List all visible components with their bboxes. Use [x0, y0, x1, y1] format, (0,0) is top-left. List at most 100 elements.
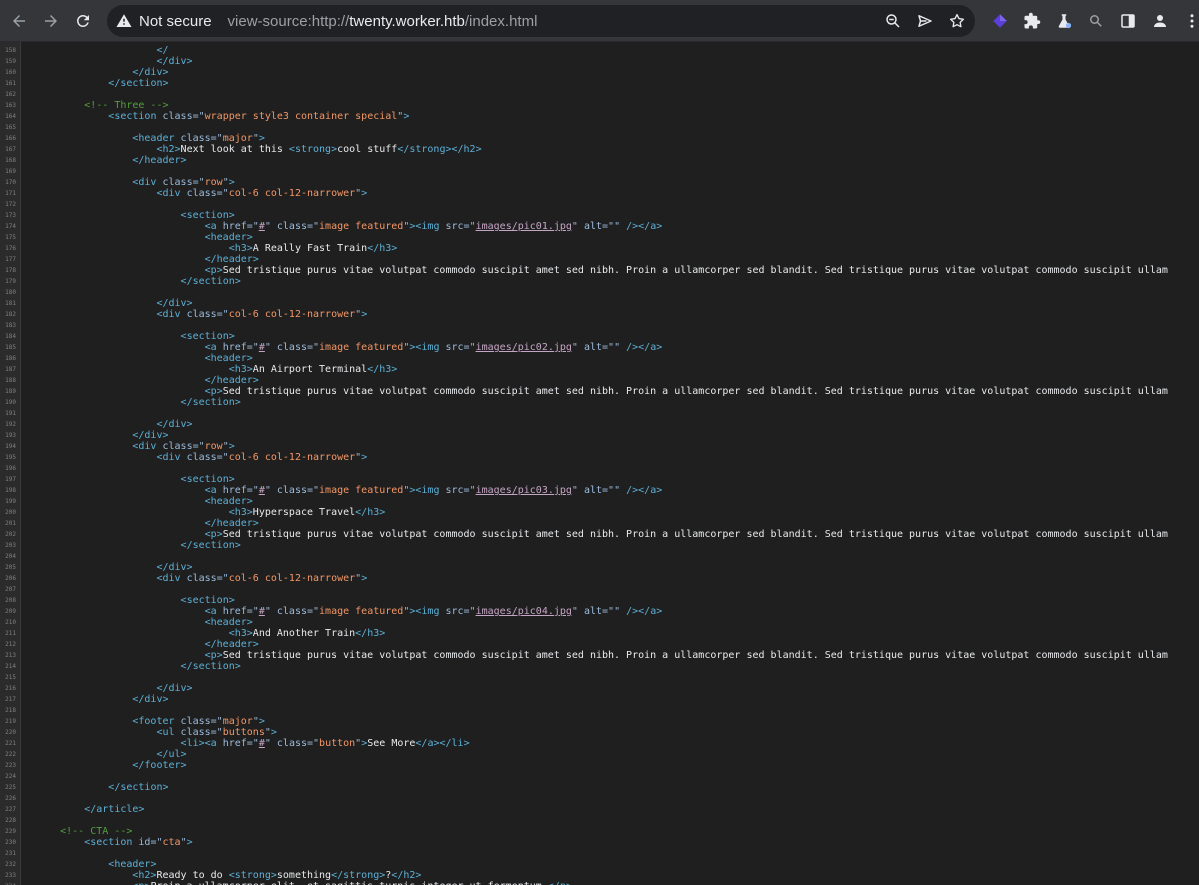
- line-number: 188: [5, 377, 16, 384]
- code-token: >: [228, 441, 235, 452]
- line-number: 190: [5, 399, 16, 406]
- forward-button[interactable]: [39, 9, 63, 33]
- line-number: 196: [5, 465, 16, 472]
- code-token: Proin a ullamcorper elit, et sagittis tu…: [150, 881, 547, 885]
- source-line: 217 </div>: [0, 694, 1168, 705]
- line-text: </header>: [24, 639, 259, 650]
- zoom-button[interactable]: [881, 9, 905, 33]
- code-token: <p>: [204, 650, 223, 661]
- code-token: </div>: [156, 562, 193, 573]
- line-text: <p>Sed tristique purus vitae volutpat co…: [24, 529, 1168, 540]
- menu-button[interactable]: [1180, 9, 1199, 33]
- code-token: class=": [186, 309, 229, 320]
- security-indicator[interactable]: Not secure: [111, 7, 220, 35]
- code-token: <!-- Three -->: [84, 100, 169, 111]
- source-line: 163 <!-- Three -->: [0, 100, 1168, 111]
- line-number: 223: [5, 762, 16, 769]
- source-line: 184 <section>: [0, 331, 1168, 342]
- reload-button[interactable]: [71, 9, 95, 33]
- code-token: <p>: [132, 881, 150, 885]
- code-token: >: [361, 188, 368, 199]
- line-number: 163: [5, 102, 16, 109]
- line-number: 165: [5, 124, 16, 131]
- code-token: </header>: [132, 155, 187, 166]
- code-token: </strong>: [331, 870, 386, 881]
- line-number: 160: [5, 69, 16, 76]
- bookmark-button[interactable]: [945, 9, 969, 33]
- url-text[interactable]: view-source:http://twenty.worker.htb/ind…: [228, 13, 538, 30]
- code-token: </section>: [108, 78, 169, 89]
- side-panel-button[interactable]: [1116, 9, 1140, 33]
- address-bar[interactable]: Not secure view-source:http://twenty.wor…: [107, 5, 975, 37]
- line-number: 181: [5, 300, 16, 307]
- source-line: 175 <header>: [0, 232, 1168, 243]
- line-text: </div>: [24, 56, 192, 67]
- code-token: <strong>: [288, 144, 338, 155]
- line-number: 226: [5, 795, 16, 802]
- source-line: 229 <!-- CTA -->: [0, 826, 1168, 837]
- code-token: href=": [222, 485, 259, 496]
- code-token: href=": [222, 221, 259, 232]
- code-token: cta: [162, 837, 181, 848]
- code-token: src=": [445, 342, 476, 353]
- source-line: 193 </div>: [0, 430, 1168, 441]
- source-line: 176 <h3>A Really Fast Train</h3>: [0, 243, 1168, 254]
- source-link[interactable]: images/pic03.jpg: [476, 485, 572, 496]
- source-link[interactable]: images/pic02.jpg: [476, 342, 572, 353]
- search-button[interactable]: [1084, 9, 1108, 33]
- line-number: 227: [5, 806, 16, 813]
- code-token: <a: [204, 485, 223, 496]
- code-token: " class=": [264, 485, 320, 496]
- source-line: 161 </section>: [0, 78, 1168, 89]
- code-token: <footer: [132, 716, 181, 727]
- url-path: /index.html: [464, 12, 538, 30]
- source-link[interactable]: images/pic04.jpg: [476, 606, 572, 617]
- source-line: 180: [0, 287, 1168, 298]
- line-number: 179: [5, 278, 16, 285]
- line-number: 189: [5, 388, 16, 395]
- extensions-menu-button[interactable]: [1020, 9, 1044, 33]
- line-text: </section>: [24, 276, 241, 287]
- line-text: </article>: [24, 804, 144, 815]
- code-token: major: [222, 716, 253, 727]
- line-text: </section>: [24, 782, 168, 793]
- line-text: <header>: [24, 859, 156, 870]
- profile-button[interactable]: [1148, 9, 1172, 33]
- source-line: 216 </div>: [0, 683, 1168, 694]
- code-token: " class=": [264, 738, 320, 749]
- view-source-pane[interactable]: 158 </159 </div> 160 </div> 161 </section>…: [0, 42, 1199, 885]
- code-token: something: [276, 870, 332, 881]
- line-text: <section>: [24, 474, 235, 485]
- line-number: 217: [5, 696, 16, 703]
- line-text: </section>: [24, 397, 241, 408]
- line-number: 173: [5, 212, 16, 219]
- source-line: 218: [0, 705, 1168, 716]
- line-text: <p>Sed tristique purus vitae volutpat co…: [24, 650, 1168, 661]
- code-token: <strong>: [228, 870, 277, 881]
- source-line: 224: [0, 771, 1168, 782]
- back-button[interactable]: [7, 9, 31, 33]
- code-token: class=": [180, 716, 223, 727]
- code-token: A Really Fast Train: [252, 243, 368, 254]
- code-token: ><img: [409, 221, 446, 232]
- code-token: class=": [186, 573, 229, 584]
- code-token: Sed tristique purus vitae volutpat commo…: [222, 386, 1168, 397]
- line-number: 216: [5, 685, 16, 692]
- code-token: cool stuff: [337, 144, 398, 155]
- code-token: <li><a: [180, 738, 223, 749]
- line-number: 225: [5, 784, 16, 791]
- line-text: </section>: [24, 540, 241, 551]
- labs-button[interactable]: [1052, 9, 1076, 33]
- code-token: image featured: [319, 221, 404, 232]
- source-line: 221 <li><a href="#" class="button">See M…: [0, 738, 1168, 749]
- source-line: 200 <h3>Hyperspace Travel</h3>: [0, 507, 1168, 518]
- send-button[interactable]: [913, 9, 937, 33]
- code-token: <h3>: [228, 507, 253, 518]
- code-token: " alt=": [571, 221, 615, 232]
- extension-button[interactable]: [988, 9, 1012, 33]
- source-line: 230 <section id="cta">: [0, 837, 1168, 848]
- line-number: 185: [5, 344, 16, 351]
- source-link[interactable]: images/pic01.jpg: [476, 221, 572, 232]
- line-text: <h3>A Really Fast Train</h3>: [24, 243, 398, 254]
- source-line: 190 </section>: [0, 397, 1168, 408]
